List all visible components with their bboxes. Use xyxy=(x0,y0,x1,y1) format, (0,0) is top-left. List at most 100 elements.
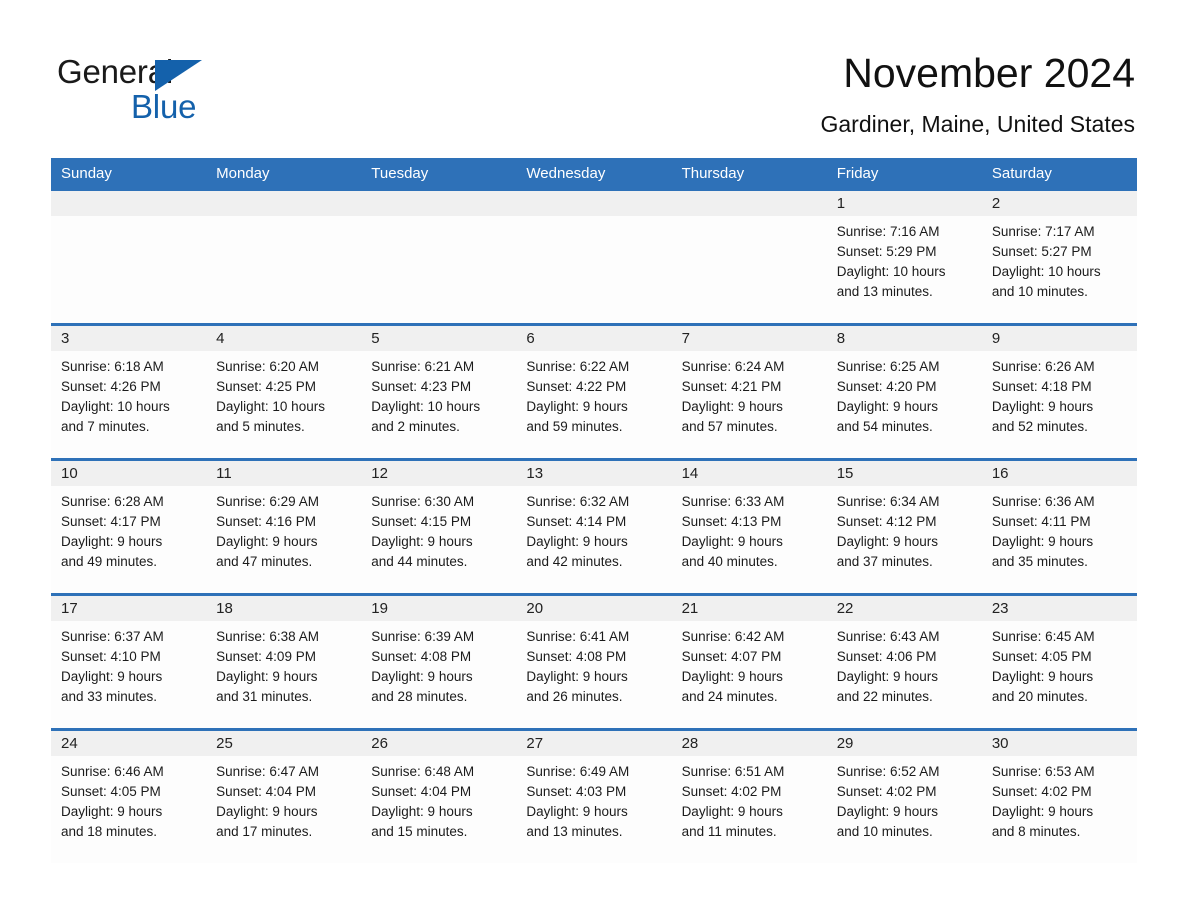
day-cell-inner: 7 Sunrise: 6:24 AM Sunset: 4:21 PM Daylight… xyxy=(671,326,827,458)
day-number: 14 xyxy=(681,465,699,482)
daylight-text: Daylight: 9 hours xyxy=(61,804,163,819)
calendar-day-cell-28[interactable]: 28 Sunrise: 6:51 AM Sunset: 4:02 PM Dayligh… xyxy=(671,728,827,863)
sunset-text: Sunset: 4:07 PM xyxy=(681,649,782,664)
daylight-text-cont: and 2 minutes. xyxy=(371,419,460,434)
day-number: 19 xyxy=(371,600,388,617)
weekday-header-monday: Monday xyxy=(206,158,362,191)
title-block: November 2024 Gardiner, Maine, United St… xyxy=(821,48,1136,139)
day-cell-inner: 15 Sunrise: 6:34 AM Sunset: 4:12 PM Dayligh… xyxy=(826,461,982,593)
day-detail-lines: Sunrise: 6:20 AM Sunset: 4:25 PM Daylight:… xyxy=(206,351,361,437)
sunset-text: Sunset: 4:08 PM xyxy=(526,649,627,664)
day-cell-inner: 18 Sunrise: 6:38 AM Sunset: 4:09 PM Dayligh… xyxy=(206,596,362,728)
day-cell-inner: 10 Sunrise: 6:28 AM Sunset: 4:17 PM Dayligh… xyxy=(51,461,207,593)
day-number: 17 xyxy=(61,600,78,617)
calendar-day-cell-10[interactable]: 10 Sunrise: 6:28 AM Sunset: 4:17 PM Dayligh… xyxy=(51,458,207,595)
day-number-band: 20 xyxy=(516,596,672,621)
day-number: 7 xyxy=(681,330,690,347)
sunset-text: Sunset: 4:17 PM xyxy=(61,514,161,529)
daylight-text: Daylight: 10 hours xyxy=(836,264,946,279)
calendar-day-cell-23[interactable]: 23 Sunrise: 6:45 AM Sunset: 4:05 PM Dayligh… xyxy=(981,593,1137,730)
day-detail-lines: Sunrise: 6:30 AM Sunset: 4:15 PM Daylight:… xyxy=(361,486,516,572)
calendar-day-cell-16[interactable]: 16 Sunrise: 6:36 AM Sunset: 4:11 PM Dayligh… xyxy=(981,458,1137,595)
day-number-band xyxy=(671,191,827,216)
daylight-text-cont: and 59 minutes. xyxy=(526,419,623,434)
day-detail-lines: Sunrise: 6:37 AM Sunset: 4:10 PM Daylight:… xyxy=(51,621,206,707)
daylight-text-cont: and 28 minutes. xyxy=(371,689,468,704)
day-number-band: 3 xyxy=(51,326,207,351)
calendar-day-cell-empty xyxy=(671,191,827,325)
calendar-day-cell-11[interactable]: 11 Sunrise: 6:29 AM Sunset: 4:16 PM Dayligh… xyxy=(206,458,362,595)
calendar-day-cell-29[interactable]: 29 Sunrise: 6:52 AM Sunset: 4:02 PM Dayligh… xyxy=(826,728,982,863)
calendar-day-cell-2[interactable]: 2 Sunrise: 7:17 AM Sunset: 5:27 PM Daylight… xyxy=(981,191,1137,325)
sunrise-text: Sunrise: 7:16 AM xyxy=(836,224,940,239)
daylight-text-cont: and 44 minutes. xyxy=(371,554,468,569)
calendar-day-cell-27[interactable]: 27 Sunrise: 6:49 AM Sunset: 4:03 PM Dayligh… xyxy=(516,728,672,863)
sunset-text: Sunset: 4:04 PM xyxy=(371,784,472,799)
day-number: 10 xyxy=(61,465,78,482)
calendar-day-cell-9[interactable]: 9 Sunrise: 6:26 AM Sunset: 4:18 PM Daylight… xyxy=(981,323,1137,460)
daylight-text: Daylight: 9 hours xyxy=(371,804,473,819)
day-number-band: 30 xyxy=(981,731,1137,756)
daylight-text: Daylight: 9 hours xyxy=(836,534,939,549)
calendar-day-cell-7[interactable]: 7 Sunrise: 6:24 AM Sunset: 4:21 PM Daylight… xyxy=(671,323,827,460)
calendar-day-cell-24[interactable]: 24 Sunrise: 6:46 AM Sunset: 4:05 PM Dayligh… xyxy=(51,728,207,863)
calendar-day-cell-13[interactable]: 13 Sunrise: 6:32 AM Sunset: 4:14 PM Dayligh… xyxy=(516,458,672,595)
day-detail-lines xyxy=(516,216,671,222)
calendar-day-cell-6[interactable]: 6 Sunrise: 6:22 AM Sunset: 4:22 PM Daylight… xyxy=(516,323,672,460)
day-detail-lines: Sunrise: 6:46 AM Sunset: 4:05 PM Daylight:… xyxy=(51,756,206,842)
calendar-day-cell-17[interactable]: 17 Sunrise: 6:37 AM Sunset: 4:10 PM Dayligh… xyxy=(51,593,207,730)
day-cell-inner: 28 Sunrise: 6:51 AM Sunset: 4:02 PM Dayligh… xyxy=(671,731,827,863)
calendar-day-cell-21[interactable]: 21 Sunrise: 6:42 AM Sunset: 4:07 PM Dayligh… xyxy=(671,593,827,730)
sunset-text: Sunset: 4:05 PM xyxy=(61,784,161,799)
calendar-day-cell-15[interactable]: 15 Sunrise: 6:34 AM Sunset: 4:12 PM Dayligh… xyxy=(826,458,982,595)
sunrise-text: Sunrise: 6:53 AM xyxy=(991,764,1095,779)
daylight-text-cont: and 8 minutes. xyxy=(991,824,1081,839)
day-cell-inner: 19 Sunrise: 6:39 AM Sunset: 4:08 PM Dayligh… xyxy=(361,596,517,728)
calendar-day-cell-25[interactable]: 25 Sunrise: 6:47 AM Sunset: 4:04 PM Dayligh… xyxy=(206,728,362,863)
day-detail-lines: Sunrise: 6:32 AM Sunset: 4:14 PM Daylight:… xyxy=(516,486,671,572)
calendar-day-cell-4[interactable]: 4 Sunrise: 6:20 AM Sunset: 4:25 PM Daylight… xyxy=(206,323,362,460)
calendar-day-cell-26[interactable]: 26 Sunrise: 6:48 AM Sunset: 4:04 PM Dayligh… xyxy=(361,728,517,863)
day-detail-lines: Sunrise: 6:26 AM Sunset: 4:18 PM Daylight:… xyxy=(982,351,1137,437)
calendar-day-cell-18[interactable]: 18 Sunrise: 6:38 AM Sunset: 4:09 PM Dayligh… xyxy=(206,593,362,730)
daylight-text: Daylight: 9 hours xyxy=(526,534,628,549)
day-detail-lines: Sunrise: 6:34 AM Sunset: 4:12 PM Daylight:… xyxy=(827,486,982,572)
sunset-text: Sunset: 4:16 PM xyxy=(216,514,316,529)
calendar-day-cell-3[interactable]: 3 Sunrise: 6:18 AM Sunset: 4:26 PM Daylight… xyxy=(51,323,207,460)
calendar-day-cell-22[interactable]: 22 Sunrise: 6:43 AM Sunset: 4:06 PM Dayligh… xyxy=(826,593,982,730)
daylight-text-cont: and 20 minutes. xyxy=(991,689,1088,704)
day-cell-inner: 6 Sunrise: 6:22 AM Sunset: 4:22 PM Daylight… xyxy=(516,326,672,458)
calendar-day-cell-5[interactable]: 5 Sunrise: 6:21 AM Sunset: 4:23 PM Daylight… xyxy=(361,323,517,460)
day-number: 5 xyxy=(371,330,380,347)
day-number-band: 23 xyxy=(981,596,1137,621)
sunset-text: Sunset: 4:05 PM xyxy=(991,649,1092,664)
calendar-day-cell-30[interactable]: 30 Sunrise: 6:53 AM Sunset: 4:02 PM Dayligh… xyxy=(981,728,1137,863)
calendar-header-row: Sunday Monday Tuesday Wednesday Thursday Frid… xyxy=(51,158,1137,191)
daylight-text-cont: and 18 minutes. xyxy=(61,824,158,839)
calendar-day-cell-8[interactable]: 8 Sunrise: 6:25 AM Sunset: 4:20 PM Daylight… xyxy=(826,323,982,460)
sunrise-text: Sunrise: 6:21 AM xyxy=(371,359,475,374)
day-cell-inner: 2 Sunrise: 7:17 AM Sunset: 5:27 PM Daylight… xyxy=(981,191,1137,323)
day-cell-inner xyxy=(206,191,362,323)
sunrise-text: Sunrise: 6:51 AM xyxy=(681,764,785,779)
sunset-text: Sunset: 4:21 PM xyxy=(681,379,782,394)
calendar-day-cell-19[interactable]: 19 Sunrise: 6:39 AM Sunset: 4:08 PM Dayligh… xyxy=(361,593,517,730)
daylight-text: Daylight: 9 hours xyxy=(836,399,939,414)
day-number: 20 xyxy=(526,600,544,617)
sunset-text: Sunset: 4:25 PM xyxy=(216,379,316,394)
day-number-band: 11 xyxy=(206,461,362,486)
sunrise-text: Sunrise: 6:52 AM xyxy=(836,764,940,779)
day-cell-inner xyxy=(671,191,827,323)
calendar-day-cell-1[interactable]: 1 Sunrise: 7:16 AM Sunset: 5:29 PM Daylight… xyxy=(826,191,982,325)
general-blue-logo[interactable]: General Blue xyxy=(57,52,357,128)
sunset-text: Sunset: 4:23 PM xyxy=(371,379,472,394)
calendar-week-row: 3 Sunrise: 6:18 AM Sunset: 4:26 PM Daylight… xyxy=(51,323,1137,460)
day-cell-inner: 27 Sunrise: 6:49 AM Sunset: 4:03 PM Dayligh… xyxy=(516,731,672,863)
day-number: 21 xyxy=(681,600,699,617)
calendar-day-cell-14[interactable]: 14 Sunrise: 6:33 AM Sunset: 4:13 PM Dayligh… xyxy=(671,458,827,595)
sunrise-text: Sunrise: 6:18 AM xyxy=(61,359,164,374)
calendar-day-cell-12[interactable]: 12 Sunrise: 6:30 AM Sunset: 4:15 PM Dayligh… xyxy=(361,458,517,595)
calendar-table: Sunday Monday Tuesday Wednesday Thursday Frid… xyxy=(51,158,1137,863)
daylight-text: Daylight: 10 hours xyxy=(216,399,325,414)
calendar-day-cell-20[interactable]: 20 Sunrise: 6:41 AM Sunset: 4:08 PM Dayligh… xyxy=(516,593,672,730)
